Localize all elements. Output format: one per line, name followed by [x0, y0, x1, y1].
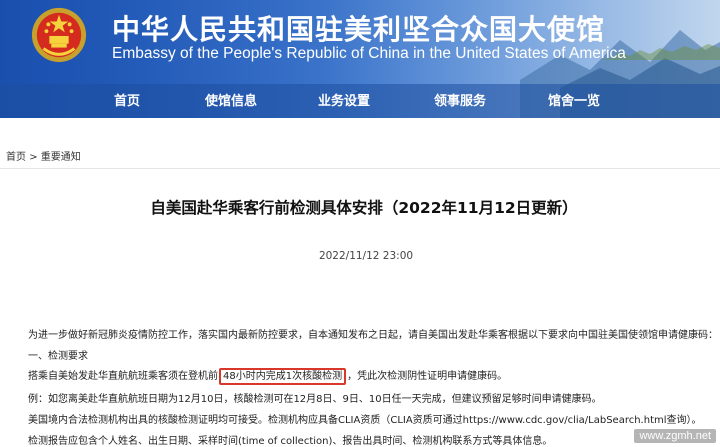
- breadcrumb-home-link[interactable]: 首页: [6, 152, 26, 163]
- watermark: www.zgmh.net: [634, 429, 716, 443]
- embassy-title-english: Embassy of the People's Republic of Chin…: [112, 45, 626, 62]
- article-paragraph-requirement: 搭乘自美始发赴华直航航班乘客须在登机前 48小时内完成1次核酸检测 ，凭此次检测阴性…: [28, 367, 508, 385]
- article-paragraph-clia: 美国境内合法检测机构出具的核酸检测证明均可接受。检测机构应具备CLIA资质（CL…: [28, 415, 702, 426]
- highlighted-requirement: 48小时内完成1次核酸检测: [219, 368, 347, 385]
- site-header: 中华人民共和国驻美利坚合众国大使馆 Embassy of the People'…: [0, 0, 720, 118]
- article-section-heading: 一、检测要求: [28, 351, 88, 362]
- article-paragraph-intro: 为进一步做好新冠肺炎疫情防控工作，落实国内最新防控要求，自本通知发布之日起，请自…: [28, 330, 718, 341]
- article-paragraph-example: 例：如您离美赴华直航航班日期为12月10日，核酸检测可在12月8日、9日、10日…: [28, 394, 602, 405]
- breadcrumb-current[interactable]: 重要通知: [41, 152, 81, 163]
- nav-home[interactable]: 首页: [114, 90, 140, 109]
- article-date: 2022/11/12 23:00: [318, 250, 414, 262]
- main-navigation: 首页 使馆信息 业务设置 领事服务 馆舍一览: [0, 86, 720, 114]
- breadcrumb: 首页 > 重要通知: [6, 148, 81, 163]
- nav-premises-overview[interactable]: 馆舍一览: [548, 90, 600, 109]
- nav-business-settings[interactable]: 业务设置: [318, 90, 370, 109]
- national-emblem-icon: [31, 7, 87, 63]
- nav-consular-services[interactable]: 领事服务: [434, 90, 486, 109]
- requirement-text-before: 搭乘自美始发赴华直航航班乘客须在登机前: [28, 371, 218, 382]
- requirement-text-after: ，凭此次检测阴性证明申请健康码。: [347, 371, 508, 382]
- embassy-title-chinese: 中华人民共和国驻美利坚合众国大使馆: [112, 13, 606, 46]
- article-paragraph-report: 检测报告应包含个人姓名、出生日期、采样时间(time of collection…: [28, 436, 553, 447]
- breadcrumb-divider: [0, 168, 720, 169]
- nav-embassy-info[interactable]: 使馆信息: [205, 90, 257, 109]
- breadcrumb-separator: >: [29, 152, 38, 163]
- article-title: 自美国赴华乘客行前检测具体安排（2022年11月12日更新）: [150, 199, 578, 217]
